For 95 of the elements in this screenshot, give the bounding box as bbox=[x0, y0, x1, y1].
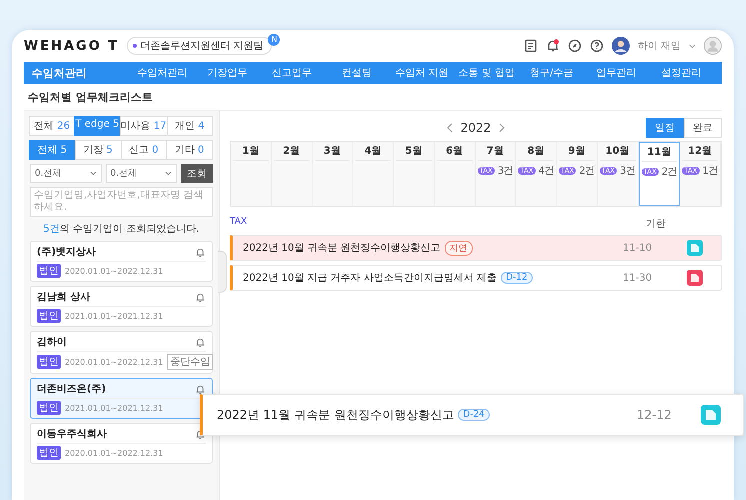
month-cell[interactable]: 5월 bbox=[394, 142, 435, 206]
filter-tab[interactable]: 미사용 17 bbox=[120, 116, 168, 136]
month-label: 1월 bbox=[233, 142, 269, 161]
task-count: 3건 bbox=[498, 165, 514, 178]
client-card[interactable]: 이동우주식회사 법인 2020.01.01~2022.12.31 bbox=[30, 423, 213, 464]
client-card[interactable]: 김남희 상사 법인 2021.01.01~2021.12.31 bbox=[30, 286, 213, 327]
status-badge: 지연 bbox=[444, 240, 473, 256]
task-count: 2건 bbox=[662, 166, 678, 179]
client-name: 김하이 bbox=[37, 336, 68, 349]
result-count: 5건의 수임기업이 조회되었습니다. bbox=[42, 223, 200, 237]
previous-icon[interactable] bbox=[446, 123, 453, 133]
avatar-icon[interactable] bbox=[612, 37, 630, 55]
next-icon[interactable] bbox=[499, 123, 506, 133]
user-name[interactable]: 하이 재임 bbox=[638, 39, 681, 53]
contract-period: 2020.01.01~2022.12.31 bbox=[65, 358, 164, 366]
dropdown[interactable]: 0.전체 bbox=[30, 164, 102, 183]
filter-tab[interactable]: 기장 5 bbox=[74, 140, 122, 160]
search-field[interactable]: 수임기업명,사업자번호,대표자명 검색 하세요. bbox=[30, 187, 213, 217]
dropdown[interactable]: 0.전체 bbox=[106, 164, 177, 183]
bell-icon[interactable] bbox=[195, 384, 206, 394]
month-cell[interactable]: 1월 bbox=[231, 142, 272, 206]
due-date: 12-12 bbox=[637, 408, 673, 422]
month-cell[interactable]: 3월 bbox=[312, 142, 354, 206]
client-name: 이동우주식회사 bbox=[37, 428, 108, 441]
task-row[interactable]: 2022년 10월 귀속분 원천징수이행상황신고 지연 11-10 bbox=[230, 235, 722, 261]
bell-icon[interactable] bbox=[195, 246, 206, 258]
type-badge: 법인 bbox=[37, 401, 61, 415]
category-label: TAX bbox=[230, 217, 248, 229]
contract-period: 2020.01.01~2022.12.31 bbox=[65, 448, 164, 458]
task-count: 4건 bbox=[538, 165, 554, 178]
filter-tab[interactable]: 전체 26 bbox=[29, 116, 76, 136]
new-badge: N bbox=[268, 34, 280, 46]
task-count: 1건 bbox=[702, 165, 718, 178]
client-name: 더존비즈온(주) bbox=[37, 383, 108, 396]
filter-tab[interactable]: 신고 0 bbox=[120, 140, 168, 160]
task-count: 3건 bbox=[620, 165, 636, 178]
month-label: 2월 bbox=[274, 142, 310, 161]
month-label: 7월 bbox=[478, 142, 514, 161]
collapse-handle[interactable] bbox=[218, 251, 227, 293]
file-icon[interactable] bbox=[687, 270, 703, 286]
contract-period: 2020.01.01~2022.12.31 bbox=[65, 266, 164, 276]
month-label: 9월 bbox=[559, 142, 595, 161]
help-icon[interactable] bbox=[590, 39, 604, 53]
logo: WEHAGO T bbox=[24, 38, 120, 54]
due-date: 11-10 bbox=[623, 242, 654, 254]
month-label: 8월 bbox=[518, 142, 554, 161]
caret-icon[interactable] bbox=[689, 44, 696, 48]
type-badge: 법인 bbox=[37, 309, 61, 323]
task-title: 2022년 11월 귀속분 원천징수이행상황신고 bbox=[217, 406, 454, 424]
client-card[interactable]: (주)뱃지상사 법인 2020.01.01~2022.12.31 bbox=[30, 241, 213, 282]
due-header: 기한 bbox=[646, 218, 666, 231]
highlighted-task-card[interactable]: 2022년 11월 귀속분 원천징수이행상황신고 D-24 12-12 bbox=[200, 394, 744, 436]
task-count: 2건 bbox=[579, 165, 595, 178]
bell-icon[interactable] bbox=[195, 336, 206, 348]
search-button[interactable]: 조회 bbox=[181, 164, 213, 183]
year-label: 2022 bbox=[460, 121, 492, 135]
filter-tab[interactable]: 기타 0 bbox=[166, 140, 213, 160]
caret-icon bbox=[165, 171, 172, 176]
task-title: 2022년 10월 귀속분 원천징수이행상황신고 bbox=[243, 242, 441, 255]
caret-icon bbox=[90, 171, 96, 176]
client-name: 김남희 상사 bbox=[37, 291, 92, 304]
task-row[interactable]: 2022년 10월 지급 거주자 사업소득간이지급명세서 제출 D-12 11-30 bbox=[230, 265, 722, 291]
client-name: (주)뱃지상사 bbox=[37, 246, 98, 259]
type-badge: 법인 bbox=[37, 446, 61, 460]
nav-title: 수임처관리 bbox=[32, 66, 88, 80]
bell-icon[interactable] bbox=[195, 292, 206, 302]
month-label: 4월 bbox=[355, 142, 391, 161]
dropdown-value: 0.전체 bbox=[110, 168, 138, 180]
month-cell[interactable]: 4월 bbox=[353, 142, 394, 206]
month-label: 6월 bbox=[436, 142, 472, 161]
due-date: 11-30 bbox=[623, 272, 654, 284]
dropdown-value: 0.전체 bbox=[35, 168, 62, 180]
contract-period: 2021.01.01~2021.12.31 bbox=[65, 404, 164, 412]
month-cell[interactable]: 2월 bbox=[272, 142, 312, 206]
filter-tab[interactable]: 개인 4 bbox=[166, 116, 213, 136]
month-label: 10월 bbox=[600, 142, 636, 161]
month-label: 12월 bbox=[682, 142, 718, 161]
type-badge: 법인 bbox=[37, 355, 61, 369]
status-badge: D-24 bbox=[458, 409, 490, 421]
org-badge[interactable]: 더존솔루션지원센터 지원팀 bbox=[127, 37, 272, 55]
bell-icon[interactable] bbox=[546, 39, 560, 53]
month-label: 11월 bbox=[642, 143, 678, 162]
month-cell[interactable]: 6월 bbox=[434, 142, 476, 206]
view-toggle[interactable]: 완료 bbox=[684, 118, 722, 138]
status-tag: 중단수임 bbox=[167, 354, 214, 370]
type-badge: 법인 bbox=[37, 264, 61, 278]
month-label: 5월 bbox=[396, 142, 432, 161]
compass-icon[interactable] bbox=[568, 39, 582, 53]
contract-period: 2021.01.01~2021.12.31 bbox=[65, 312, 164, 320]
month-label: 3월 bbox=[314, 142, 350, 161]
document-icon[interactable] bbox=[524, 39, 538, 53]
task-title: 2022년 10월 지급 거주자 사업소득간이지급명세서 제출 bbox=[243, 272, 498, 285]
client-card[interactable]: 김하이 법인 2020.01.01~2022.12.31 중단수임 bbox=[30, 331, 213, 374]
status-badge: D-12 bbox=[501, 272, 533, 284]
client-card[interactable]: 더존비즈온(주) 법인 2021.01.01~2021.12.31 bbox=[30, 378, 213, 419]
